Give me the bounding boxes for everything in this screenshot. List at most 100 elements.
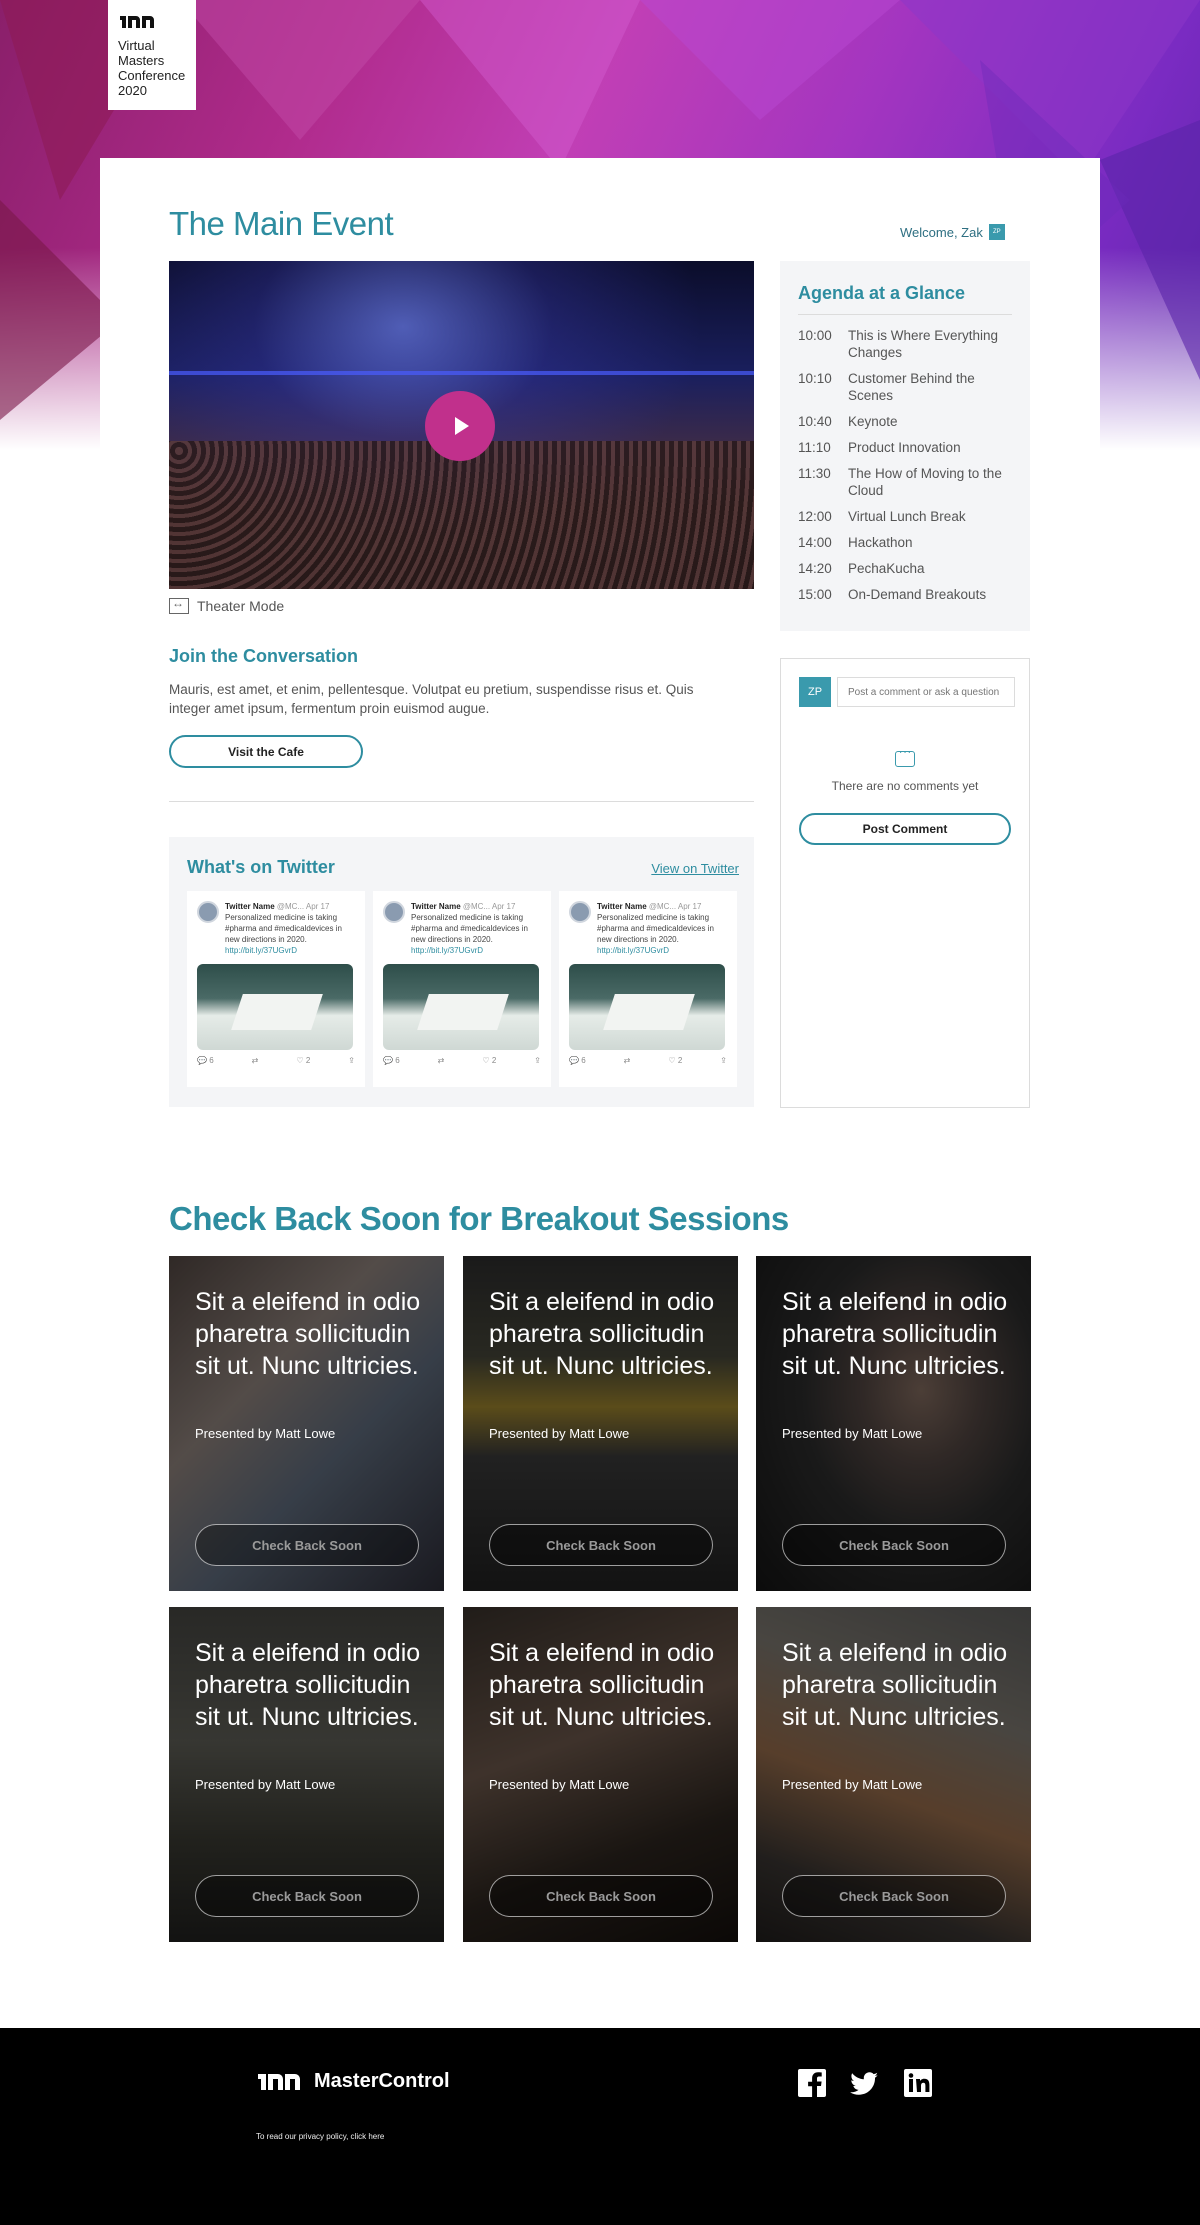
agenda-item[interactable]: 12:00 Virtual Lunch Break	[798, 508, 1012, 525]
agenda-label: On-Demand Breakouts	[848, 587, 987, 602]
reply-icon[interactable]: 💬 6	[197, 1056, 214, 1065]
check-back-soon-button[interactable]: Check Back Soon	[195, 1875, 419, 1917]
session-title: Sit a eleifend in odio pharetra sollicit…	[782, 1639, 1008, 1731]
session-title: Sit a eleifend in odio pharetra sollicit…	[489, 1288, 715, 1380]
agenda-label: PechaKucha	[848, 561, 925, 576]
tweet-card[interactable]: Twitter Name @MC... Apr 17 Personalized …	[373, 891, 551, 1087]
footer: MasterControl To read our privacy policy…	[0, 2028, 1200, 2225]
share-icon[interactable]: ⇪	[720, 1056, 727, 1065]
visit-cafe-button[interactable]: Visit the Cafe	[169, 735, 363, 768]
agenda-item[interactable]: 10:40 Keynote	[798, 413, 1012, 430]
tweet-link[interactable]: http://bit.ly/37UGvrD	[411, 945, 541, 956]
like-count: 2	[677, 1056, 683, 1065]
play-button[interactable]	[425, 391, 495, 461]
agenda-item[interactable]: 11:30 The How of Moving to the Cloud	[798, 465, 1012, 499]
event-logo[interactable]: Virtual Masters Conference 2020	[108, 0, 196, 110]
agenda-item[interactable]: 10:00 This is Where Everything Changes	[798, 327, 1012, 361]
video-lights	[169, 371, 754, 375]
share-icon[interactable]: ⇪	[534, 1056, 541, 1065]
footer-logo[interactable]: MasterControl	[256, 2068, 450, 2094]
check-back-soon-button[interactable]: Check Back Soon	[782, 1524, 1006, 1566]
linkedin-icon[interactable]	[903, 2068, 933, 2098]
check-back-soon-button[interactable]: Check Back Soon	[489, 1524, 713, 1566]
tweet-handle: @MC... Apr 17	[276, 902, 330, 911]
like-icon[interactable]: ♡ 2	[296, 1056, 310, 1065]
reply-icon[interactable]: 💬 6	[569, 1056, 586, 1065]
theater-mode-icon	[169, 596, 189, 614]
retweet-icon[interactable]: ⇄	[624, 1056, 631, 1065]
check-back-soon-button[interactable]: Check Back Soon	[489, 1875, 713, 1917]
agenda-item[interactable]: 14:20 PechaKucha	[798, 560, 1012, 577]
tweet-avatar	[569, 901, 591, 923]
like-icon[interactable]: ♡ 2	[668, 1056, 682, 1065]
agenda-label: Hackathon	[848, 535, 913, 550]
agenda-item[interactable]: 14:00 Hackathon	[798, 534, 1012, 551]
view-on-twitter-link[interactable]: View on Twitter	[651, 861, 739, 876]
user-avatar[interactable]: ZP	[988, 224, 1005, 240]
agenda-list: 10:00 This is Where Everything Changes 10…	[798, 327, 1012, 603]
tweet-card[interactable]: Twitter Name @MC... Apr 17 Personalized …	[187, 891, 365, 1087]
twitter-title: What's on Twitter	[187, 857, 335, 877]
empty-comments-text: There are no comments yet	[831, 779, 979, 793]
retweet-icon[interactable]: ⇄	[252, 1056, 259, 1065]
session-card[interactable]: Sit a eleifend in odio pharetra sollicit…	[756, 1607, 1031, 1942]
tweet-link[interactable]: http://bit.ly/37UGvrD	[225, 945, 355, 956]
agenda-label: Keynote	[848, 414, 898, 429]
session-card[interactable]: Sit a eleifend in odio pharetra sollicit…	[169, 1256, 444, 1591]
agenda-item[interactable]: 10:10 Customer Behind the Scenes	[798, 370, 1012, 404]
agenda-label: Product Innovation	[848, 440, 961, 455]
welcome-user[interactable]: Welcome, Zak ZP	[900, 224, 1030, 240]
share-icon[interactable]: ⇪	[348, 1056, 355, 1065]
reply-icon[interactable]: 💬 6	[383, 1056, 400, 1065]
conversation-text: Mauris, est amet, et enim, pellentesque.…	[169, 682, 694, 716]
privacy-link[interactable]: To read our privacy policy, click here	[256, 2132, 384, 2141]
agenda-time: 10:00	[798, 328, 832, 343]
tweet-card[interactable]: Twitter Name @MC... Apr 17 Personalized …	[559, 891, 737, 1087]
facebook-icon[interactable]	[797, 2068, 827, 2098]
tweet-text: Personalized medicine is taking #pharma …	[411, 913, 528, 944]
mastercontrol-mark-icon	[120, 16, 154, 28]
agenda-time: 15:00	[798, 587, 832, 602]
session-card[interactable]: Sit a eleifend in odio pharetra sollicit…	[463, 1256, 738, 1591]
post-comment-button[interactable]: Post Comment	[799, 813, 1011, 845]
session-card[interactable]: Sit a eleifend in odio pharetra sollicit…	[169, 1607, 444, 1942]
tweet-image	[383, 964, 539, 1050]
tweet-name: Twitter Name	[225, 902, 275, 911]
session-card[interactable]: Sit a eleifend in odio pharetra sollicit…	[463, 1607, 738, 1942]
session-presenter: Presented by Matt Lowe	[782, 1777, 923, 1792]
video-crowd	[169, 441, 754, 589]
agenda-item[interactable]: 11:10 Product Innovation	[798, 439, 1012, 456]
conversation-title: Join the Conversation	[169, 646, 359, 666]
agenda-time: 12:00	[798, 509, 832, 524]
session-title: Sit a eleifend in odio pharetra sollicit…	[489, 1639, 715, 1731]
theater-mode-label: Theater Mode	[197, 598, 285, 614]
agenda-time: 11:10	[798, 440, 831, 455]
agenda-label: Virtual Lunch Break	[848, 509, 966, 524]
tweet-name: Twitter Name	[597, 902, 647, 911]
like-icon[interactable]: ♡ 2	[482, 1056, 496, 1065]
video-player[interactable]	[169, 261, 754, 589]
twitter-icon[interactable]	[849, 2068, 879, 2098]
tweet-name: Twitter Name	[411, 902, 461, 911]
agenda-item[interactable]: 15:00 On-Demand Breakouts	[798, 586, 1012, 603]
logo-line: Virtual	[118, 38, 155, 53]
session-card[interactable]: Sit a eleifend in odio pharetra sollicit…	[756, 1256, 1031, 1591]
theater-mode-toggle[interactable]: Theater Mode	[169, 596, 285, 614]
check-back-soon-button[interactable]: Check Back Soon	[782, 1875, 1006, 1917]
section-divider	[169, 801, 754, 802]
retweet-icon[interactable]: ⇄	[438, 1056, 445, 1065]
comment-input[interactable]	[837, 677, 1015, 707]
mastercontrol-mark-icon	[258, 2074, 300, 2090]
check-back-soon-button[interactable]: Check Back Soon	[195, 1524, 419, 1566]
session-presenter: Presented by Matt Lowe	[195, 1426, 336, 1441]
logo-line: Conference	[118, 68, 186, 83]
reply-count: 6	[581, 1056, 586, 1065]
agenda-label: The How of Moving to the Cloud	[848, 466, 1002, 498]
agenda-time: 14:20	[798, 561, 832, 576]
comment-bubble-icon	[895, 747, 915, 767]
comments-panel: ZP There are no comments yet Post Commen…	[780, 658, 1030, 1108]
session-presenter: Presented by Matt Lowe	[489, 1777, 630, 1792]
tweet-link[interactable]: http://bit.ly/37UGvrD	[597, 945, 727, 956]
play-icon	[455, 417, 469, 435]
tweet-handle: @MC... Apr 17	[648, 902, 702, 911]
